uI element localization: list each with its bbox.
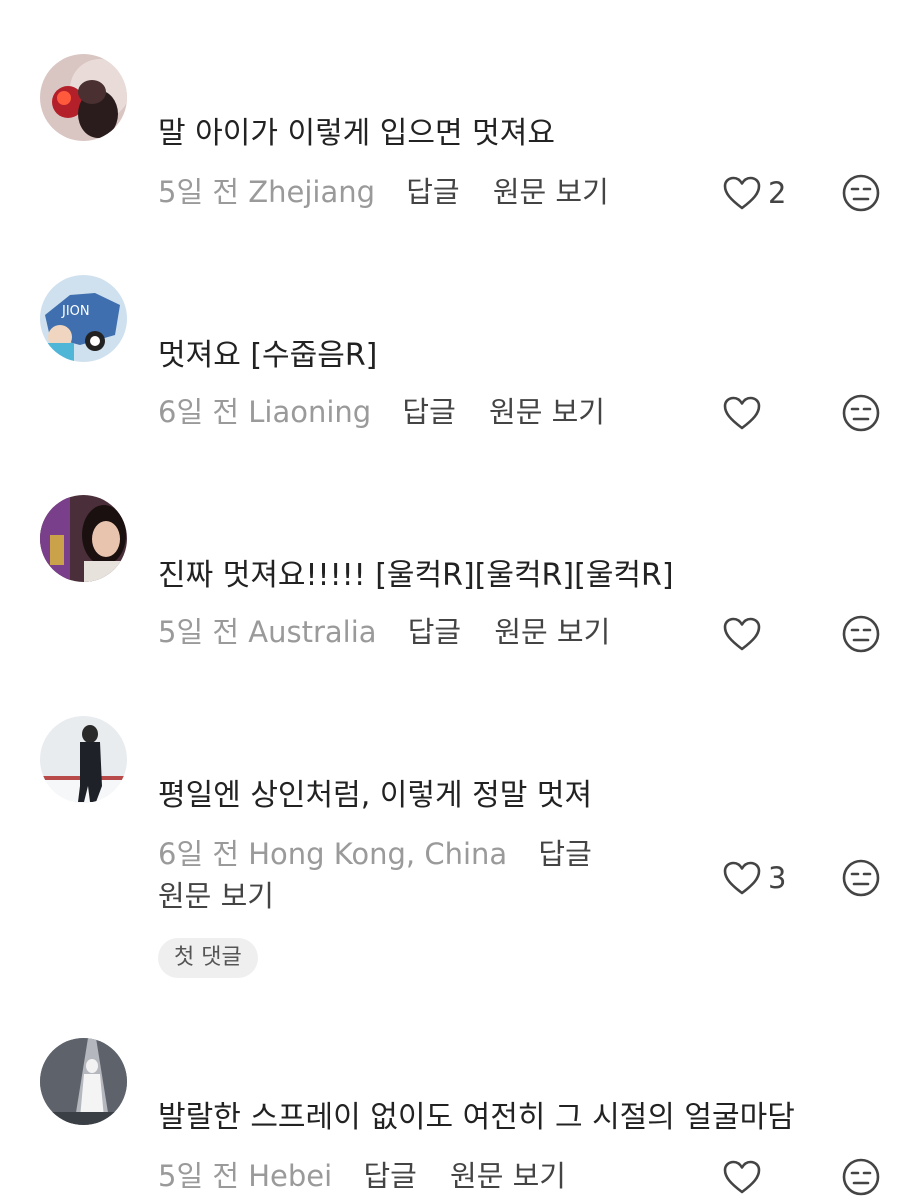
comment-text: 멋져요 [수줍음R] xyxy=(158,338,378,373)
view-original-button[interactable]: 원문 보기 xyxy=(493,175,609,209)
comment-meta: 6일 전 Hong Kong, China 답글 xyxy=(158,834,592,874)
comment-location: Hebei xyxy=(248,1159,333,1193)
comment-age: 5일 전 xyxy=(158,1159,240,1193)
dislike-button[interactable] xyxy=(841,1157,881,1197)
heart-outline-icon xyxy=(723,1160,761,1194)
like-count: 3 xyxy=(768,861,787,895)
heart-outline-icon xyxy=(723,176,761,210)
svg-text:JION: JION xyxy=(61,304,90,319)
reply-button[interactable]: 답글 xyxy=(408,615,461,649)
neutral-face-icon xyxy=(842,174,880,212)
dislike-button[interactable] xyxy=(841,614,881,654)
comment-location: Zhejiang xyxy=(248,175,376,209)
comment-text: 발랄한 스프레이 없이도 여전히 그 시절의 얼굴마담 xyxy=(158,1100,795,1135)
view-original-button[interactable]: 원문 보기 xyxy=(494,615,610,649)
reply-button[interactable]: 답글 xyxy=(402,395,455,429)
view-original-button[interactable]: 원문 보기 xyxy=(450,1159,566,1193)
dislike-button[interactable] xyxy=(841,173,881,213)
neutral-face-icon xyxy=(842,394,880,432)
neutral-face-icon xyxy=(842,1158,880,1196)
comment-text: 진짜 멋져요!!!!! [울컥R][울컥R][울컥R] xyxy=(158,558,674,593)
dislike-button[interactable] xyxy=(841,858,881,898)
avatar[interactable] xyxy=(40,716,127,803)
avatar[interactable]: JION xyxy=(40,275,127,362)
comment-meta-continued: 원문 보기 xyxy=(158,876,274,916)
comment-age: 6일 전 xyxy=(158,837,240,871)
comment-location: Australia xyxy=(248,615,377,649)
reply-button[interactable]: 답글 xyxy=(538,837,591,871)
like-button[interactable]: 2 xyxy=(722,173,786,213)
like-button[interactable] xyxy=(722,1157,768,1197)
heart-outline-icon xyxy=(723,617,761,651)
comment-meta: 6일 전 Liaoning 답글 원문 보기 xyxy=(158,392,605,432)
comment-age: 6일 전 xyxy=(158,395,240,429)
like-button[interactable] xyxy=(722,393,768,433)
heart-outline-icon xyxy=(723,861,761,895)
avatar[interactable] xyxy=(40,495,127,582)
comment-text: 말 아이가 이렇게 입으면 멋져요 xyxy=(158,116,555,151)
avatar[interactable] xyxy=(40,1038,127,1125)
reply-button[interactable]: 답글 xyxy=(363,1159,416,1193)
avatar[interactable] xyxy=(40,54,127,141)
like-count: 2 xyxy=(768,176,787,210)
comment-text: 평일엔 상인처럼, 이렇게 정말 멋져 xyxy=(158,778,593,813)
first-comment-badge: 첫 댓글 xyxy=(158,938,258,978)
comment-age: 5일 전 xyxy=(158,615,240,649)
view-original-button[interactable]: 원문 보기 xyxy=(158,879,274,913)
view-original-button[interactable]: 원문 보기 xyxy=(489,395,605,429)
comment-location: Hong Kong, China xyxy=(248,837,508,871)
comment-meta: 5일 전 Zhejiang 답글 원문 보기 xyxy=(158,172,609,212)
heart-outline-icon xyxy=(723,396,761,430)
reply-button[interactable]: 답글 xyxy=(406,175,459,209)
comment-meta: 5일 전 Hebei 답글 원문 보기 xyxy=(158,1156,566,1196)
like-button[interactable] xyxy=(722,614,768,654)
like-button[interactable]: 3 xyxy=(722,858,786,898)
comment-location: Liaoning xyxy=(248,395,372,429)
comment-age: 5일 전 xyxy=(158,175,240,209)
dislike-button[interactable] xyxy=(841,393,881,433)
neutral-face-icon xyxy=(842,615,880,653)
neutral-face-icon xyxy=(842,859,880,897)
comment-meta: 5일 전 Australia 답글 원문 보기 xyxy=(158,612,610,652)
